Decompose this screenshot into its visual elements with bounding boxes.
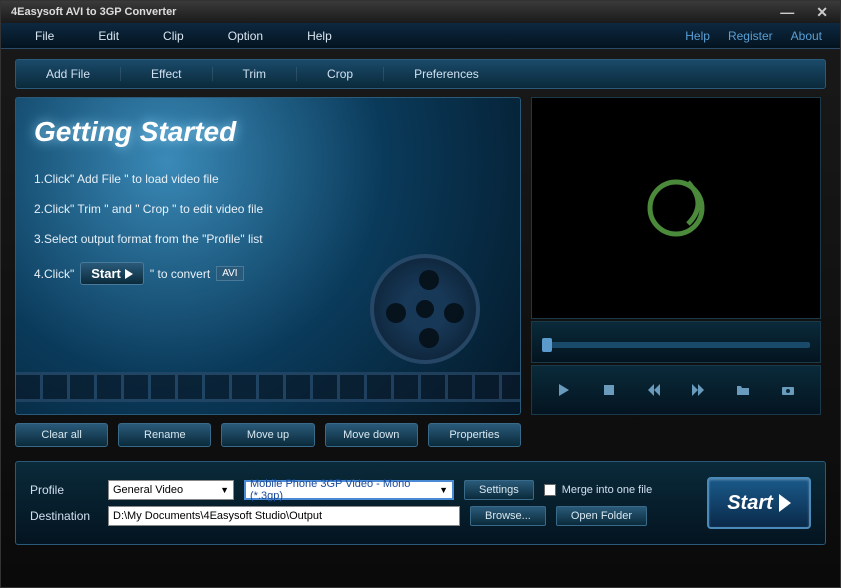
- forward-button[interactable]: [690, 382, 706, 398]
- window-title: 4Easysoft AVI to 3GP Converter: [5, 6, 176, 18]
- getting-started-panel: Getting Started 1.Click" Add File " to l…: [15, 97, 521, 415]
- link-about[interactable]: About: [791, 29, 822, 43]
- menu-clip[interactable]: Clip: [141, 25, 206, 47]
- profile-label: Profile: [30, 483, 98, 497]
- step-4-pre: 4.Click": [34, 267, 74, 281]
- play-button[interactable]: [556, 382, 572, 398]
- move-up-button[interactable]: Move up: [221, 423, 314, 447]
- step-3: 3.Select output format from the "Profile…: [34, 232, 502, 246]
- menu-edit[interactable]: Edit: [76, 25, 141, 47]
- toolbar: Add File Effect Trim Crop Preferences: [15, 59, 826, 89]
- rewind-button[interactable]: [646, 382, 662, 398]
- snapshot-button[interactable]: [780, 382, 796, 398]
- close-button[interactable]: ✕: [808, 4, 836, 21]
- link-register[interactable]: Register: [728, 29, 773, 43]
- menu-option[interactable]: Option: [206, 25, 285, 47]
- destination-row: Destination D:\My Documents\4Easysoft St…: [30, 506, 697, 526]
- tool-trim[interactable]: Trim: [213, 67, 298, 81]
- title-bar: 4Easysoft AVI to 3GP Converter — ✕: [1, 1, 840, 23]
- menu-file[interactable]: File: [13, 25, 76, 47]
- getting-started-title: Getting Started: [34, 116, 502, 148]
- link-help[interactable]: Help: [685, 29, 710, 43]
- destination-input[interactable]: D:\My Documents\4Easysoft Studio\Output: [108, 506, 460, 526]
- avi-badge: AVI: [216, 266, 243, 281]
- dropdown-icon: ▼: [439, 485, 448, 495]
- settings-button[interactable]: Settings: [464, 480, 534, 500]
- tool-crop[interactable]: Crop: [297, 67, 384, 81]
- open-button[interactable]: [735, 382, 751, 398]
- timeline-track[interactable]: [542, 342, 810, 348]
- step-2: 2.Click" Trim " and " Crop " to edit vid…: [34, 202, 502, 216]
- bottom-left: Profile General Video ▼ Mobile Phone 3GP…: [30, 474, 697, 532]
- play-icon: [125, 269, 133, 279]
- window-controls: — ✕: [772, 4, 836, 21]
- menu-help[interactable]: Help: [285, 25, 354, 47]
- filmstrip-graphic: [16, 372, 520, 402]
- merge-checkbox[interactable]: [544, 484, 556, 496]
- left-panel: Getting Started 1.Click" Add File " to l…: [15, 97, 521, 447]
- start-button[interactable]: Start: [707, 477, 811, 529]
- browse-button[interactable]: Browse...: [470, 506, 546, 526]
- minimize-button[interactable]: —: [772, 4, 802, 21]
- rename-button[interactable]: Rename: [118, 423, 211, 447]
- profile-category-value: General Video: [113, 484, 183, 496]
- tool-preferences[interactable]: Preferences: [384, 67, 509, 81]
- menu-bar: File Edit Clip Option Help Help Register…: [1, 23, 840, 49]
- profile-category-select[interactable]: General Video ▼: [108, 480, 234, 500]
- step-4-post: " to convert: [150, 267, 210, 281]
- destination-value: D:\My Documents\4Easysoft Studio\Output: [113, 510, 322, 522]
- step-1: 1.Click" Add File " to load video file: [34, 172, 502, 186]
- content-area: Add File Effect Trim Crop Preferences Ge…: [1, 49, 840, 555]
- start-chip: Start: [80, 262, 144, 285]
- bottom-panel: Profile General Video ▼ Mobile Phone 3GP…: [15, 461, 826, 545]
- merge-checkbox-wrap[interactable]: Merge into one file: [544, 484, 653, 496]
- list-button-row: Clear all Rename Move up Move down Prope…: [15, 423, 521, 447]
- video-preview: [531, 97, 821, 319]
- open-folder-button[interactable]: Open Folder: [556, 506, 647, 526]
- menu-right-group: Help Register About: [685, 29, 840, 43]
- app-window: 4Easysoft AVI to 3GP Converter — ✕ File …: [0, 0, 841, 588]
- merge-label: Merge into one file: [562, 484, 653, 496]
- menu-left-group: File Edit Clip Option Help: [1, 25, 354, 47]
- tool-effect[interactable]: Effect: [121, 67, 212, 81]
- main-area: Getting Started 1.Click" Add File " to l…: [15, 97, 826, 447]
- clear-all-button[interactable]: Clear all: [15, 423, 108, 447]
- right-panel: [531, 97, 821, 447]
- profile-format-value: Mobile Phone 3GP Video - Mono (*.3gp): [250, 478, 439, 502]
- profile-format-select[interactable]: Mobile Phone 3GP Video - Mono (*.3gp) ▼: [244, 480, 454, 500]
- stop-button[interactable]: [601, 382, 617, 398]
- properties-button[interactable]: Properties: [428, 423, 521, 447]
- logo-icon: [636, 168, 716, 248]
- timeline-area: [531, 321, 821, 363]
- start-button-label: Start: [727, 492, 773, 515]
- player-controls: [531, 365, 821, 415]
- play-icon: [779, 494, 791, 512]
- tool-add-file[interactable]: Add File: [16, 67, 121, 81]
- timeline-handle[interactable]: [542, 338, 552, 352]
- dropdown-icon: ▼: [220, 485, 229, 495]
- profile-row: Profile General Video ▼ Mobile Phone 3GP…: [30, 480, 697, 500]
- start-chip-label: Start: [91, 266, 121, 281]
- destination-label: Destination: [30, 509, 98, 523]
- move-down-button[interactable]: Move down: [325, 423, 418, 447]
